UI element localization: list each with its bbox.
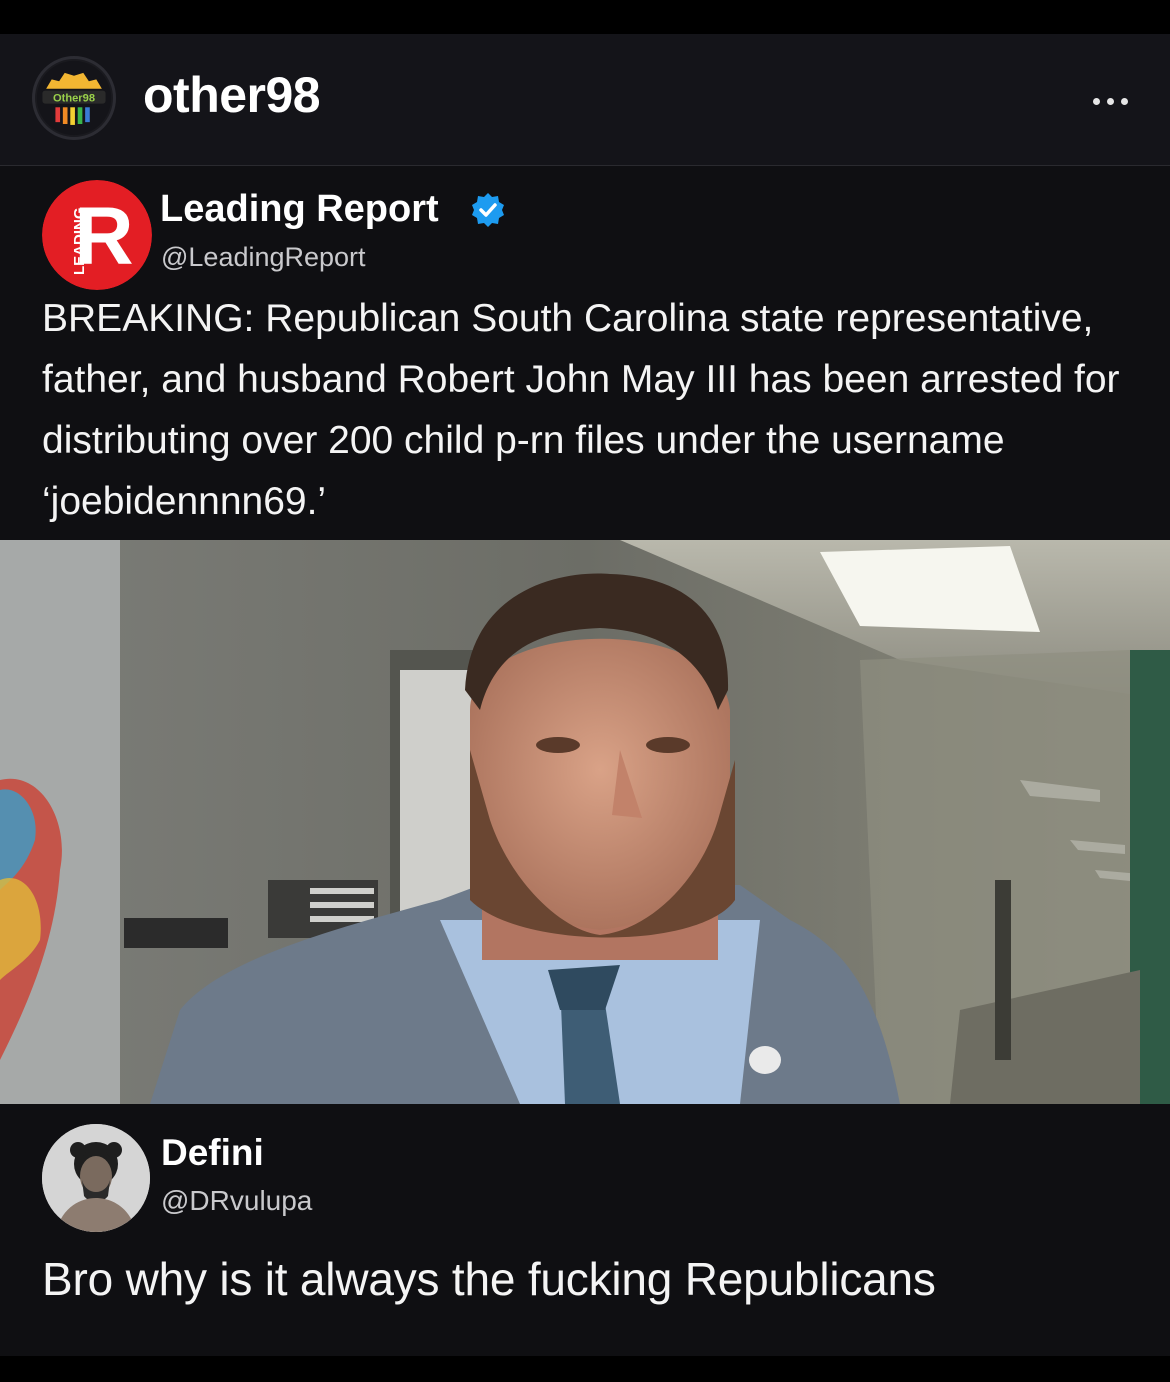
post-header: Other98 other98: [0, 34, 1170, 166]
account-username[interactable]: other98: [143, 62, 321, 128]
reply-author-name[interactable]: Defini: [161, 1130, 264, 1176]
bottom-bar: [0, 1356, 1170, 1382]
tweet-card: R LEADING Leading Report @LeadingReport …: [0, 166, 1170, 1356]
account-avatar[interactable]: Other98: [32, 56, 116, 140]
other98-logo-icon: Other98: [36, 60, 112, 136]
reply-author-avatar[interactable]: [42, 1124, 150, 1232]
tweet-photo[interactable]: [0, 540, 1170, 1104]
portrait-avatar-icon: [42, 1124, 150, 1232]
avatar-text: Other98: [53, 92, 95, 104]
tweet-author-handle[interactable]: @LeadingReport: [161, 240, 366, 274]
tweet-text: BREAKING: Republican South Carolina stat…: [42, 297, 1120, 523]
reply-author-handle[interactable]: @DRvulupa: [161, 1184, 312, 1218]
leading-report-logo-icon: R LEADING: [42, 180, 152, 290]
more-options-icon[interactable]: [1082, 86, 1138, 116]
verified-badge-icon: [472, 193, 504, 227]
news-photo-icon: [0, 540, 1170, 1104]
reply-text: Bro why is it always the fucking Republi…: [42, 1253, 936, 1305]
leading-report-avatar[interactable]: R LEADING: [42, 180, 152, 290]
tweet-author-name[interactable]: Leading Report: [160, 186, 439, 232]
avatar-side-text: LEADING: [71, 208, 88, 276]
top-bar: [0, 0, 1170, 34]
